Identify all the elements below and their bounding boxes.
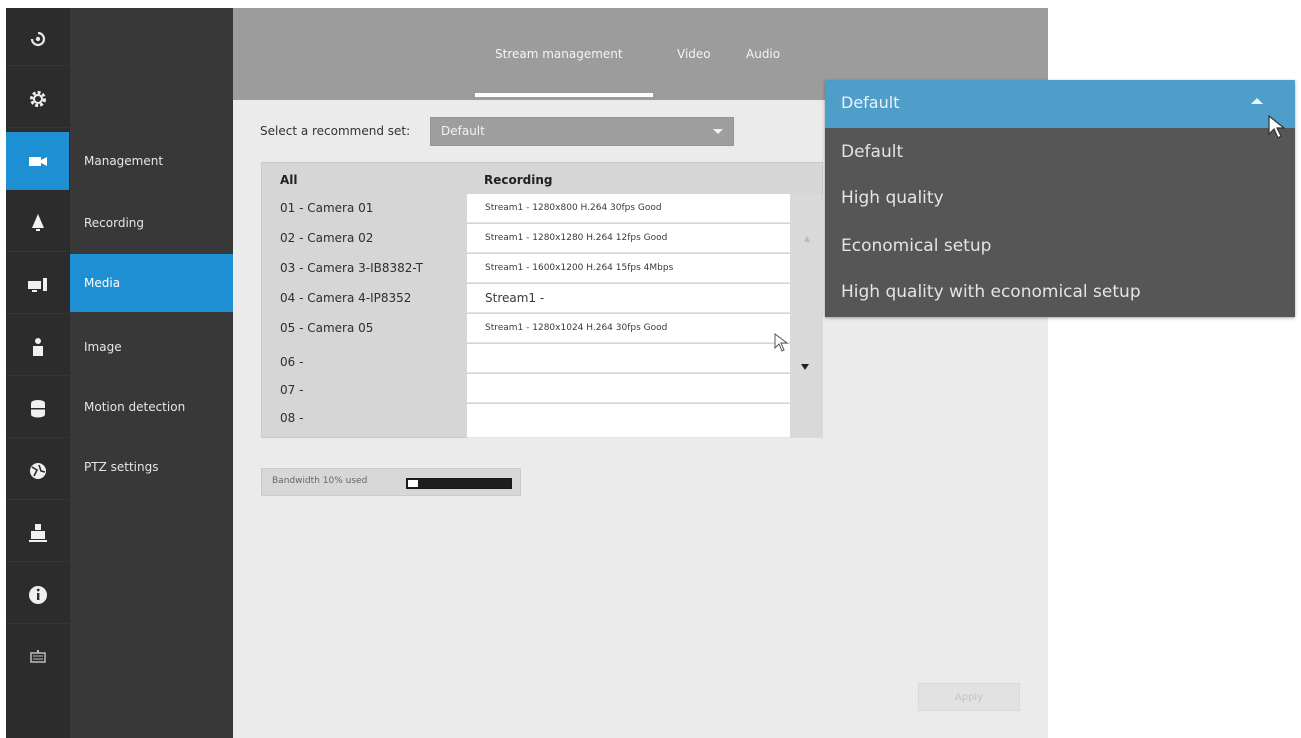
mouse-pointer-icon	[1268, 114, 1286, 139]
mouse-cursor-icon	[774, 333, 789, 352]
rail-item-info[interactable]	[6, 566, 69, 624]
camera-name: 03 - Camera 3-IB8382-T	[280, 261, 423, 275]
dropdown-option-high-quality[interactable]: High quality	[841, 188, 944, 208]
rail-item-network[interactable]	[6, 442, 69, 500]
dropdown-selected-label: Default	[841, 93, 900, 112]
bandwidth-indicator: Bandwidth 10% used	[261, 468, 521, 496]
rail-item-settings[interactable]	[6, 70, 69, 128]
sidebar-item-motion-detection[interactable]: Motion detection	[70, 378, 234, 436]
camera-stream-table: All Recording 01 - Camera 01 Stream1 - 1…	[261, 162, 823, 438]
dropdown-selected[interactable]: Default	[825, 80, 1295, 128]
rail-item-database[interactable]	[6, 380, 69, 438]
logo-icon	[30, 31, 45, 46]
user-icon	[32, 337, 43, 356]
camera-icon	[28, 156, 47, 166]
table-scrollbar[interactable]: ▲	[790, 194, 823, 438]
active-tab-indicator	[475, 93, 653, 97]
rail-item-monitor[interactable]	[6, 256, 69, 314]
rail-item-alarm[interactable]	[6, 194, 69, 252]
recommend-set-label: Select a recommend set:	[260, 124, 411, 138]
sidebar-item-label: Management	[84, 154, 164, 168]
dropdown-option-high-quality-economical[interactable]: High quality with economical setup	[841, 282, 1141, 302]
network-icon	[29, 462, 46, 479]
camera-name: 05 - Camera 05	[280, 321, 374, 335]
chevron-up-icon	[1251, 98, 1263, 104]
recommend-set-value: Default	[441, 124, 485, 138]
sidebar-item-image[interactable]: Image	[70, 318, 234, 376]
camera-name: 06 -	[280, 355, 304, 369]
camera-name: 07 -	[280, 383, 304, 397]
stream-select[interactable]: Stream1 - 1600x1200 H.264 15fps 4Mbps	[467, 254, 790, 283]
monitor-icon	[27, 277, 47, 292]
stream-select[interactable]: Stream1 -	[467, 284, 790, 313]
recommend-set-dropdown: Default Default High quality Economical …	[825, 80, 1295, 317]
bandwidth-bar	[406, 478, 512, 489]
stream-select[interactable]	[467, 404, 790, 438]
sidebar-item-label: Motion detection	[84, 400, 186, 414]
gear-icon	[29, 90, 46, 107]
database-icon	[30, 399, 45, 417]
sidebar-item-label: Media	[84, 276, 121, 290]
storage-icon	[28, 523, 47, 542]
sidebar-item-recording[interactable]: Recording	[70, 194, 234, 252]
apply-button[interactable]: Apply	[918, 683, 1020, 711]
camera-name: 04 - Camera 4-IP8352	[280, 291, 412, 305]
alarm-icon	[31, 213, 44, 231]
rail-item-user[interactable]	[6, 318, 69, 376]
scroll-up-arrow-icon[interactable]: ▲	[804, 234, 810, 243]
tab-video[interactable]: Video	[677, 47, 711, 61]
dropdown-option-default[interactable]: Default	[841, 142, 903, 162]
icon-rail	[6, 8, 69, 738]
sidebar-item-ptz-settings[interactable]: PTZ settings	[70, 438, 234, 496]
bandwidth-bar-fill	[408, 480, 418, 487]
table-header-all[interactable]: All	[280, 173, 298, 187]
camera-name: 02 - Camera 02	[280, 231, 374, 245]
tab-audio[interactable]: Audio	[746, 47, 780, 61]
recommend-set-select[interactable]: Default	[430, 117, 734, 146]
scroll-down-arrow-icon[interactable]	[801, 364, 809, 370]
bandwidth-label: Bandwidth 10% used	[272, 476, 368, 486]
table-header-recording: Recording	[484, 173, 553, 187]
camera-name: 01 - Camera 01	[280, 201, 374, 215]
app-window: Management Recording Media Image Motion …	[0, 0, 1301, 738]
sidebar-item-media[interactable]: Media	[70, 254, 234, 312]
dropdown-option-economical-setup[interactable]: Economical setup	[841, 236, 991, 256]
tab-stream-management[interactable]: Stream management	[495, 47, 623, 61]
rail-item-camera[interactable]	[6, 132, 69, 190]
sidebar-menu: Management Recording Media Image Motion …	[69, 8, 234, 738]
sidebar-item-management[interactable]: Management	[70, 132, 234, 190]
stream-select[interactable]: Stream1 - 1280x1024 H.264 30fps Good	[467, 314, 790, 343]
sidebar-item-label: Recording	[84, 216, 145, 230]
chevron-down-icon	[713, 129, 723, 134]
rail-item-storage[interactable]	[6, 504, 69, 562]
info-icon	[28, 585, 47, 604]
sidebar-item-label: Image	[84, 340, 122, 354]
stream-select[interactable]: Stream1 - 1280x1280 H.264 12fps Good	[467, 224, 790, 253]
camera-name: 08 -	[280, 411, 304, 425]
rail-item-logo[interactable]	[6, 8, 69, 66]
stream-select[interactable]	[467, 374, 790, 403]
sidebar-item-label: PTZ settings	[84, 460, 159, 474]
stream-select[interactable]	[467, 344, 790, 373]
rail-item-keyboard[interactable]	[6, 628, 69, 686]
keyboard-icon	[29, 650, 46, 663]
stream-select[interactable]: Stream1 - 1280x800 H.264 30fps Good	[467, 194, 790, 223]
